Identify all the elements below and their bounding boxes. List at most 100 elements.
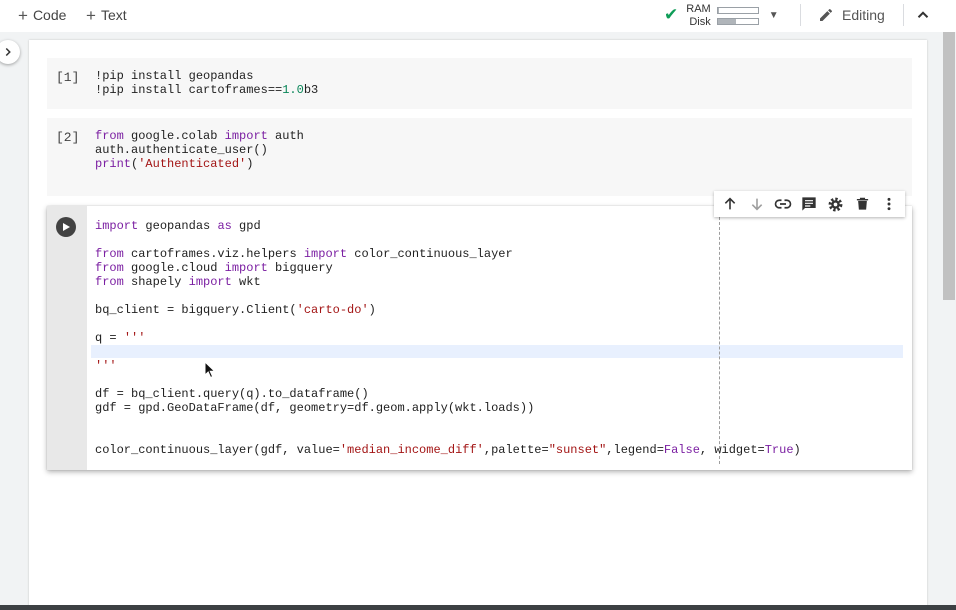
code-token: True bbox=[764, 443, 794, 457]
trash-icon[interactable] bbox=[853, 195, 871, 213]
cell-source[interactable]: from google.colab import auth auth.authen… bbox=[95, 129, 304, 171]
code-line[interactable]: gdf = gpd.GeoDataFrame(df, geometry=df.g… bbox=[95, 401, 801, 415]
bottom-border bbox=[0, 605, 956, 610]
more-vert-icon[interactable] bbox=[880, 195, 898, 213]
chevron-up-icon[interactable] bbox=[914, 6, 932, 24]
code-token: bq_client = bigquery.Client( bbox=[95, 303, 297, 317]
execution-count: [1] bbox=[56, 70, 80, 85]
pencil-icon bbox=[820, 8, 833, 21]
code-line[interactable]: import geopandas as gpd bbox=[95, 219, 801, 233]
code-token: ) bbox=[246, 157, 254, 171]
code-line[interactable]: !pip install geopandas bbox=[95, 69, 318, 83]
code-token: df = bq_client.query(q).to_dataframe() bbox=[95, 387, 369, 401]
code-token: ,palette= bbox=[483, 443, 549, 457]
add-code-button[interactable]: + Code bbox=[18, 4, 66, 26]
code-token: from bbox=[95, 261, 124, 275]
code-cell-2[interactable]: [2] from google.colab import auth auth.au… bbox=[47, 118, 912, 196]
sidebar-toggle-button[interactable] bbox=[0, 40, 20, 64]
code-token: bigquery bbox=[267, 261, 333, 275]
code-token: from bbox=[95, 129, 124, 143]
code-token: color_continuous_layer(gdf, value= bbox=[95, 443, 340, 457]
code-token: auth bbox=[267, 129, 304, 143]
ram-label: RAM bbox=[686, 2, 711, 15]
disk-label: Disk bbox=[689, 15, 711, 28]
code-line[interactable]: q = ''' bbox=[95, 331, 801, 345]
code-line[interactable]: bq_client = bigquery.Client('carto-do') bbox=[95, 303, 801, 317]
code-line[interactable]: from shapely import wkt bbox=[95, 275, 801, 289]
arrow-down-icon[interactable] bbox=[748, 195, 766, 213]
code-token: cartoframes.viz.helpers bbox=[123, 247, 304, 261]
notebook-toolbar: + Code + Text ✔ RAM Disk ▼ Editing bbox=[0, 0, 956, 32]
code-token: google.colab bbox=[123, 129, 225, 143]
code-token: , widget= bbox=[699, 443, 765, 457]
add-code-label: Code bbox=[32, 7, 67, 23]
run-cell-button[interactable] bbox=[56, 217, 76, 237]
caret-down-icon[interactable]: ▼ bbox=[769, 10, 779, 21]
code-line[interactable]: from google.colab import auth bbox=[95, 129, 304, 143]
editing-mode-button[interactable]: Editing bbox=[818, 5, 885, 25]
code-token: ''' bbox=[123, 331, 146, 345]
arrow-up-icon[interactable] bbox=[721, 195, 739, 213]
code-line[interactable]: from google.cloud import bigquery bbox=[95, 261, 801, 275]
plus-icon: + bbox=[18, 5, 28, 25]
code-line[interactable] bbox=[95, 233, 801, 247]
code-line[interactable]: auth.authenticate_user() bbox=[95, 143, 304, 157]
code-token: ,legend= bbox=[606, 443, 664, 457]
code-token: ) bbox=[793, 443, 801, 457]
code-line[interactable]: print('Authenticated') bbox=[95, 157, 304, 171]
code-token: print bbox=[95, 157, 132, 171]
code-token: !pip install cartoframes== bbox=[95, 83, 283, 97]
cell-source[interactable]: !pip install geopandas !pip install carto… bbox=[95, 69, 318, 97]
code-token: gdf = gpd.GeoDataFrame(df, geometry=df.g… bbox=[95, 401, 535, 415]
code-line[interactable] bbox=[95, 429, 801, 443]
code-line[interactable] bbox=[95, 289, 801, 303]
scrollbar-thumb[interactable] bbox=[943, 32, 955, 300]
cell-toolbar bbox=[714, 191, 905, 217]
code-token: import bbox=[224, 129, 268, 143]
cell-source[interactable]: import geopandas as gpd from cartoframes.… bbox=[95, 219, 801, 457]
code-line[interactable] bbox=[95, 345, 801, 359]
code-token: google.cloud bbox=[123, 261, 225, 275]
code-token: color_continuous_layer bbox=[347, 247, 513, 261]
code-line[interactable] bbox=[95, 415, 801, 429]
cell-gutter bbox=[47, 206, 87, 470]
code-line[interactable] bbox=[95, 317, 801, 331]
code-line[interactable]: ''' bbox=[95, 359, 801, 373]
gear-icon[interactable] bbox=[827, 195, 845, 213]
code-token: b3 bbox=[303, 83, 319, 97]
resources-indicator[interactable]: ✔ RAM Disk ▼ bbox=[664, 0, 779, 30]
check-icon: ✔ bbox=[664, 5, 679, 24]
code-token: ) bbox=[368, 303, 376, 317]
link-icon[interactable] bbox=[774, 195, 792, 213]
code-token: import bbox=[95, 219, 139, 233]
code-token: 'median_income_diff' bbox=[339, 443, 484, 457]
code-line[interactable]: color_continuous_layer(gdf, value='media… bbox=[95, 443, 801, 457]
disk-bar-fill bbox=[717, 18, 736, 24]
code-line[interactable]: df = bq_client.query(q).to_dataframe() bbox=[95, 387, 801, 401]
divider bbox=[903, 4, 904, 26]
add-text-button[interactable]: + Text bbox=[86, 4, 127, 26]
code-line[interactable] bbox=[95, 373, 801, 387]
divider bbox=[800, 4, 801, 26]
code-token: 'carto-do' bbox=[296, 303, 369, 317]
plus-icon: + bbox=[86, 5, 96, 25]
code-token: !pip install geopandas bbox=[95, 69, 254, 83]
add-text-label: Text bbox=[100, 7, 127, 23]
editing-label: Editing bbox=[842, 7, 885, 23]
code-token: as bbox=[217, 219, 232, 233]
code-token: wkt bbox=[231, 275, 261, 289]
code-token: "sunset" bbox=[548, 443, 607, 457]
code-token: 'Authenticated' bbox=[138, 157, 247, 171]
code-line[interactable]: !pip install cartoframes==1.0b3 bbox=[95, 83, 318, 97]
comment-icon[interactable] bbox=[800, 195, 818, 213]
code-token: ''' bbox=[95, 359, 117, 373]
code-line[interactable]: from cartoframes.viz.helpers import colo… bbox=[95, 247, 801, 261]
code-token: shapely bbox=[123, 275, 189, 289]
code-cell-3[interactable]: import geopandas as gpd from cartoframes.… bbox=[47, 206, 912, 470]
execution-count: [2] bbox=[56, 130, 80, 145]
code-token: False bbox=[663, 443, 700, 457]
code-token: import bbox=[224, 261, 268, 275]
code-token: auth.authenticate_user() bbox=[95, 143, 268, 157]
code-cell-1[interactable]: [1] !pip install geopandas !pip install c… bbox=[47, 58, 912, 109]
play-icon bbox=[63, 223, 70, 231]
